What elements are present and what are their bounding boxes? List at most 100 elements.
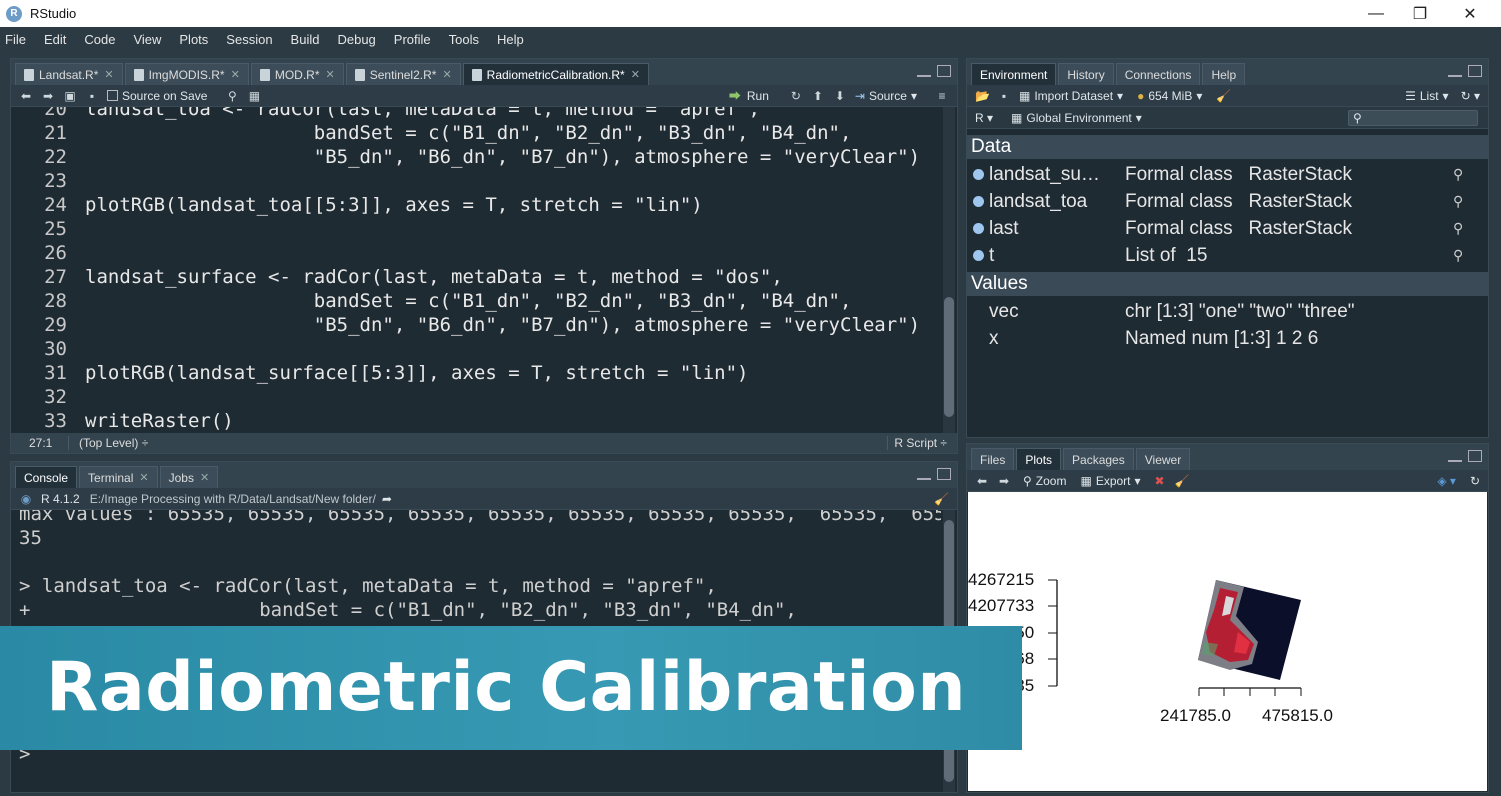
menu-view[interactable]: View bbox=[133, 32, 161, 47]
menu-edit[interactable]: Edit bbox=[44, 32, 66, 47]
filetype-selector[interactable]: R Script ÷ bbox=[887, 436, 957, 450]
save-icon[interactable]: ▪ bbox=[85, 90, 99, 102]
maximize-pane-icon[interactable] bbox=[937, 65, 951, 77]
tab-viewer[interactable]: Viewer bbox=[1135, 448, 1191, 470]
code-editor[interactable]: 20 landsat_toa <- radCor(last, metaData =… bbox=[11, 107, 941, 443]
search-icon[interactable]: ⚲ bbox=[225, 90, 239, 102]
code-line[interactable]: 31 plotRGB(landsat_surface[[5:3]], axes =… bbox=[11, 361, 941, 385]
run-button[interactable]: ⮕ Run bbox=[729, 87, 769, 104]
expand-icon[interactable] bbox=[973, 223, 984, 234]
source-on-save-checkbox[interactable]: Source on Save bbox=[107, 89, 207, 103]
code-line[interactable]: 33 writeRaster() bbox=[11, 409, 941, 433]
code-tools-icon[interactable]: ▦ bbox=[247, 90, 261, 102]
maximize-pane-icon[interactable] bbox=[1468, 450, 1482, 462]
close-tab-icon[interactable]: ✕ bbox=[139, 471, 148, 484]
environment-search-input[interactable]: ⚲ bbox=[1348, 109, 1478, 126]
view-mode-selector[interactable]: ☰ List ▾ bbox=[1405, 89, 1448, 103]
view-data-icon[interactable]: ⚲ bbox=[1453, 242, 1463, 269]
code-line[interactable]: 26 bbox=[11, 241, 941, 265]
outline-icon[interactable]: ≡ bbox=[935, 90, 949, 102]
maximize-button[interactable]: ❐ bbox=[1397, 0, 1443, 27]
env-data-row[interactable]: t List of 15 ⚲ bbox=[967, 242, 1488, 269]
show-in-window-icon[interactable]: ▣ bbox=[63, 90, 77, 102]
publish-icon[interactable]: ◈ ▾ bbox=[1437, 474, 1456, 488]
refresh-icon[interactable]: ↻ ▾ bbox=[1461, 89, 1480, 103]
view-data-icon[interactable]: ⚲ bbox=[1453, 215, 1463, 242]
export-button[interactable]: ▦ Export ▾ bbox=[1080, 474, 1140, 488]
close-button[interactable]: ✕ bbox=[1447, 0, 1493, 27]
go-to-directory-icon[interactable]: ➦ bbox=[382, 492, 392, 506]
menu-help[interactable]: Help bbox=[497, 32, 524, 47]
tab-jobs[interactable]: Jobs ✕ bbox=[159, 466, 219, 488]
clear-plots-icon[interactable]: 🧹 bbox=[1175, 474, 1190, 488]
maximize-pane-icon[interactable] bbox=[1468, 65, 1482, 77]
close-tab-icon[interactable]: ✕ bbox=[200, 471, 209, 484]
tab-console[interactable]: Console bbox=[15, 466, 78, 488]
close-tab-icon[interactable]: ✕ bbox=[326, 68, 335, 81]
menu-session[interactable]: Session bbox=[226, 32, 272, 47]
code-line[interactable]: 21 bandSet = c("B1_dn", "B2_dn", "B3_dn"… bbox=[11, 121, 941, 145]
menu-file[interactable]: File bbox=[5, 32, 26, 47]
code-line[interactable]: 32 bbox=[11, 385, 941, 409]
env-value-row[interactable]: vec chr [1:3] "one" "two" "three" bbox=[967, 298, 1488, 325]
remove-plot-icon[interactable]: ✖ bbox=[1155, 474, 1165, 488]
previous-plot-icon[interactable]: ⬅ bbox=[975, 475, 989, 487]
code-line[interactable]: 27 landsat_surface <- radCor(last, metaDa… bbox=[11, 265, 941, 289]
environment-scope-selector[interactable]: ▦ Global Environment ▾ bbox=[1011, 111, 1142, 125]
close-tab-icon[interactable]: ✕ bbox=[631, 68, 640, 81]
memory-usage[interactable]: ● 654 MiB ▾ bbox=[1137, 89, 1202, 103]
expand-icon[interactable] bbox=[973, 250, 984, 261]
close-tab-icon[interactable]: ✕ bbox=[231, 68, 240, 81]
menu-build[interactable]: Build bbox=[291, 32, 320, 47]
maximize-pane-icon[interactable] bbox=[937, 468, 951, 480]
tab-landsat[interactable]: Landsat.R* ✕ bbox=[15, 63, 123, 85]
down-arrow-icon[interactable]: ⬇ bbox=[833, 90, 847, 102]
env-data-row[interactable]: last Formal class RasterStack ⚲ bbox=[967, 215, 1488, 242]
view-data-icon[interactable]: ⚲ bbox=[1453, 188, 1463, 215]
tab-connections[interactable]: Connections bbox=[1115, 63, 1201, 85]
menu-profile[interactable]: Profile bbox=[394, 32, 431, 47]
close-tab-icon[interactable]: ✕ bbox=[442, 68, 451, 81]
view-data-icon[interactable]: ⚲ bbox=[1453, 161, 1463, 188]
tab-mod[interactable]: MOD.R* ✕ bbox=[250, 63, 344, 85]
menu-debug[interactable]: Debug bbox=[337, 32, 375, 47]
refresh-plot-icon[interactable]: ↻ bbox=[1470, 474, 1480, 488]
tab-files[interactable]: Files bbox=[971, 448, 1015, 470]
menu-plots[interactable]: Plots bbox=[179, 32, 208, 47]
code-line[interactable]: 29 "B5_dn", "B6_dn", "B7_dn"), atmospher… bbox=[11, 313, 941, 337]
tab-history[interactable]: History bbox=[1058, 63, 1114, 85]
menu-tools[interactable]: Tools bbox=[449, 32, 479, 47]
code-line[interactable]: 30 bbox=[11, 337, 941, 361]
code-line[interactable]: 25 bbox=[11, 217, 941, 241]
env-value-row[interactable]: x Named num [1:3] 1 2 6 bbox=[967, 325, 1488, 352]
tab-environment[interactable]: Environment bbox=[971, 63, 1057, 85]
tab-terminal[interactable]: Terminal ✕ bbox=[79, 466, 158, 488]
tab-sentinel2[interactable]: Sentinel2.R* ✕ bbox=[345, 63, 461, 85]
language-selector[interactable]: R ▾ bbox=[975, 111, 993, 125]
code-line[interactable]: 22 "B5_dn", "B6_dn", "B7_dn"), atmospher… bbox=[11, 145, 941, 169]
up-arrow-icon[interactable]: ⬆ bbox=[811, 90, 825, 102]
expand-icon[interactable] bbox=[973, 169, 984, 180]
code-line[interactable]: 20 landsat_toa <- radCor(last, metaData =… bbox=[11, 107, 941, 121]
env-data-row[interactable]: landsat_su… Formal class RasterStack ⚲ bbox=[967, 161, 1488, 188]
rerun-icon[interactable]: ↻ bbox=[789, 90, 803, 102]
minimize-pane-icon[interactable] bbox=[1448, 73, 1462, 77]
forward-arrow-icon[interactable]: ➡ bbox=[41, 90, 55, 102]
minimize-pane-icon[interactable] bbox=[1448, 458, 1462, 462]
scrollbar-thumb[interactable] bbox=[944, 297, 954, 417]
load-workspace-icon[interactable]: 📂 bbox=[975, 90, 990, 102]
code-line[interactable]: 23 bbox=[11, 169, 941, 193]
menu-code[interactable]: Code bbox=[84, 32, 115, 47]
source-button[interactable]: ⇥ Source ▾ bbox=[855, 89, 917, 103]
minimize-button[interactable]: — bbox=[1353, 0, 1399, 27]
code-line[interactable]: 24 plotRGB(landsat_toa[[5:3]], axes = T, … bbox=[11, 193, 941, 217]
env-data-row[interactable]: landsat_toa Formal class RasterStack ⚲ bbox=[967, 188, 1488, 215]
scope-selector[interactable]: (Top Level) ÷ bbox=[69, 436, 148, 450]
next-plot-icon[interactable]: ➡ bbox=[997, 475, 1011, 487]
tab-help[interactable]: Help bbox=[1202, 63, 1246, 85]
tab-packages[interactable]: Packages bbox=[1063, 448, 1134, 470]
tab-radiometric-calibration[interactable]: RadiometricCalibration.R* ✕ bbox=[462, 63, 649, 85]
minimize-pane-icon[interactable] bbox=[917, 73, 931, 77]
clear-workspace-icon[interactable]: 🧹 bbox=[1216, 89, 1231, 103]
import-dataset-button[interactable]: ▦ Import Dataset ▾ bbox=[1019, 89, 1123, 103]
